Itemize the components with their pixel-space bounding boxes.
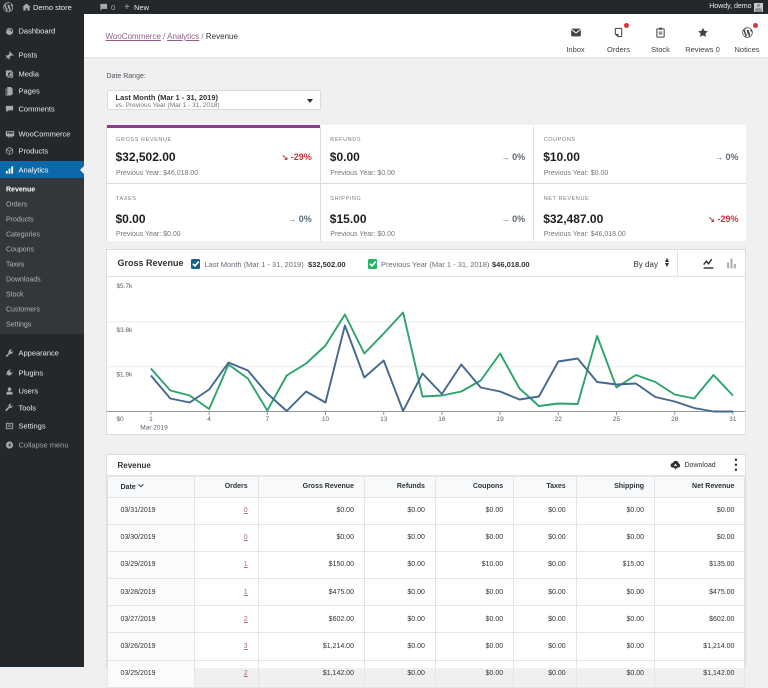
svg-text:Mar 2019: Mar 2019 bbox=[140, 424, 168, 431]
svg-text:4: 4 bbox=[207, 416, 211, 423]
svg-text:31: 31 bbox=[729, 416, 737, 423]
svg-text:16: 16 bbox=[438, 416, 446, 423]
svg-text:$1.9k: $1.9k bbox=[116, 371, 133, 378]
svg-text:$5.7k: $5.7k bbox=[116, 283, 133, 290]
svg-text:$3.8k: $3.8k bbox=[116, 327, 133, 334]
svg-text:1: 1 bbox=[149, 416, 153, 423]
svg-text:19: 19 bbox=[496, 416, 504, 423]
svg-text:25: 25 bbox=[612, 416, 620, 423]
svg-text:10: 10 bbox=[321, 416, 329, 423]
svg-text:28: 28 bbox=[671, 416, 679, 423]
svg-text:13: 13 bbox=[380, 416, 388, 423]
svg-text:22: 22 bbox=[554, 416, 562, 423]
svg-text:$0: $0 bbox=[116, 416, 124, 423]
svg-text:7: 7 bbox=[265, 416, 269, 423]
